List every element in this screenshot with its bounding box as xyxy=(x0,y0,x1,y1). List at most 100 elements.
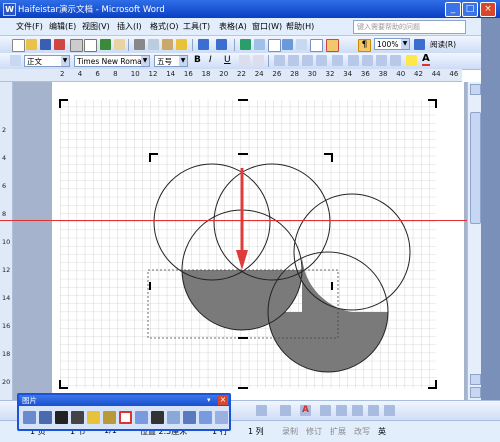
insert-picture-icon[interactable] xyxy=(23,411,36,424)
status-rec[interactable]: 录制 xyxy=(282,426,298,437)
font-color-button[interactable]: A xyxy=(422,54,430,66)
toolbar-options-icon[interactable]: ▾ xyxy=(207,396,215,404)
underline-button[interactable]: U xyxy=(224,55,231,65)
save-icon[interactable] xyxy=(40,39,51,50)
menu-format[interactable]: 格式(O) xyxy=(150,21,179,32)
line-style-icon[interactable] xyxy=(320,405,331,416)
status-trk[interactable]: 修订 xyxy=(306,426,322,437)
close-button[interactable]: × xyxy=(480,2,496,17)
compress-picture-icon[interactable] xyxy=(167,411,180,424)
text-wrapping-icon[interactable] xyxy=(183,411,196,424)
line-icon[interactable] xyxy=(280,405,291,416)
paste-icon[interactable] xyxy=(162,39,173,50)
shapes-icon[interactable] xyxy=(256,405,267,416)
format-painter-icon[interactable] xyxy=(176,39,187,50)
align-right-icon[interactable] xyxy=(302,55,313,66)
char-border-icon[interactable] xyxy=(239,55,250,66)
undo-icon[interactable] xyxy=(198,39,209,50)
decrease-indent-icon[interactable] xyxy=(376,55,387,66)
ruler-mark: 4 xyxy=(77,70,83,78)
rotate-icon[interactable] xyxy=(135,411,148,424)
insert-table-icon[interactable] xyxy=(268,39,281,52)
print-preview-icon[interactable] xyxy=(84,39,97,52)
insert-excel-icon[interactable] xyxy=(282,39,293,50)
arrow-style-icon[interactable] xyxy=(352,405,363,416)
copy-icon[interactable] xyxy=(148,39,159,50)
status-ovr[interactable]: 改写 xyxy=(354,426,370,437)
italic-button[interactable]: I xyxy=(209,55,212,65)
increase-indent-icon[interactable] xyxy=(390,55,401,66)
circle-top-left[interactable] xyxy=(153,163,271,281)
style-select[interactable]: 正文 ▼ xyxy=(24,55,70,67)
show-hide-paragraph-icon[interactable]: ¶ xyxy=(358,39,371,52)
menu-edit[interactable]: 编辑(E) xyxy=(49,21,76,32)
scroll-thumb[interactable] xyxy=(470,112,481,224)
highlight-icon[interactable] xyxy=(406,55,417,66)
menu-insert[interactable]: 插入(I) xyxy=(117,21,142,32)
picture-toolbar[interactable]: 图片 ▾ × xyxy=(17,393,231,431)
chevron-down-icon: ▼ xyxy=(401,39,409,49)
hyperlink-icon[interactable] xyxy=(240,39,251,50)
menu-window[interactable]: 窗口(W) xyxy=(252,21,282,32)
font-color-icon[interactable]: A xyxy=(300,405,311,416)
3d-icon[interactable] xyxy=(384,405,395,416)
vertical-ruler[interactable]: 2 4 6 8 10 12 14 16 18 20 xyxy=(0,82,13,400)
print-icon[interactable] xyxy=(70,39,83,52)
font-size-select[interactable]: 五号 ▼ xyxy=(154,55,188,67)
prev-page-arrow[interactable] xyxy=(470,374,481,385)
justify-icon[interactable] xyxy=(316,55,327,66)
bold-button[interactable]: B xyxy=(194,55,201,65)
permission-icon[interactable] xyxy=(54,39,65,50)
menu-tools[interactable]: 工具(T) xyxy=(183,21,210,32)
menu-help[interactable]: 帮助(H) xyxy=(286,21,314,32)
line-spacing-icon[interactable] xyxy=(332,55,343,66)
read-mode-button[interactable]: 阅读(R) xyxy=(430,39,456,50)
columns-icon[interactable] xyxy=(296,39,307,50)
vertical-scrollbar[interactable] xyxy=(467,82,482,400)
dash-style-icon[interactable] xyxy=(336,405,347,416)
menu-view[interactable]: 视图(V) xyxy=(82,21,110,32)
align-center-icon[interactable] xyxy=(288,55,299,66)
zoom-select[interactable]: 100% ▼ xyxy=(374,38,410,50)
align-left-icon[interactable] xyxy=(274,55,285,66)
next-page-arrow[interactable] xyxy=(470,387,481,398)
help-search-input[interactable]: 键入需要帮助的问题 xyxy=(353,20,466,34)
crop-icon[interactable] xyxy=(119,411,132,424)
status-ext[interactable]: 扩展 xyxy=(330,426,346,437)
horizontal-ruler[interactable]: 2 4 6 8 10 12 14 16 18 20 22 24 26 28 30 32 34 36 38 40 42 44… xyxy=(0,69,462,82)
color-icon[interactable] xyxy=(39,411,52,424)
scroll-up-arrow[interactable] xyxy=(470,84,481,95)
minimize-button[interactable]: _ xyxy=(445,2,461,17)
menu-file[interactable]: 文件(F) xyxy=(16,21,43,32)
numbering-icon[interactable] xyxy=(348,55,359,66)
more-contrast-icon[interactable] xyxy=(55,411,68,424)
more-brightness-icon[interactable] xyxy=(87,411,100,424)
menu-table[interactable]: 表格(A) xyxy=(219,21,247,32)
font-select[interactable]: Times New Roman ▼ xyxy=(74,55,150,67)
open-folder-icon[interactable] xyxy=(26,39,37,50)
new-document-icon[interactable] xyxy=(12,39,25,52)
less-contrast-icon[interactable] xyxy=(71,411,84,424)
ruler-mark: 10 xyxy=(130,70,140,78)
research-icon[interactable] xyxy=(114,39,125,50)
cut-icon[interactable] xyxy=(134,39,145,50)
word-app-icon[interactable]: W xyxy=(3,3,16,16)
spelling-icon[interactable] xyxy=(100,39,111,50)
tables-borders-icon[interactable] xyxy=(254,39,265,50)
bullets-icon[interactable] xyxy=(362,55,373,66)
drawing-icon[interactable] xyxy=(310,39,323,52)
redo-icon[interactable] xyxy=(216,39,227,50)
close-icon[interactable]: × xyxy=(218,395,228,405)
shadow-icon[interactable] xyxy=(368,405,379,416)
reset-picture-icon[interactable] xyxy=(215,411,228,424)
help-icon[interactable] xyxy=(414,39,425,50)
char-shading-icon[interactable] xyxy=(253,55,264,66)
less-brightness-icon[interactable] xyxy=(103,411,116,424)
document-page[interactable] xyxy=(52,82,464,400)
maximize-button[interactable]: □ xyxy=(462,2,478,17)
document-map-icon[interactable] xyxy=(326,39,339,52)
line-style-icon[interactable] xyxy=(151,411,164,424)
format-picture-icon[interactable] xyxy=(199,411,212,424)
picture-toolbar-title[interactable]: 图片 xyxy=(19,395,229,406)
styles-pane-icon[interactable] xyxy=(10,55,21,66)
